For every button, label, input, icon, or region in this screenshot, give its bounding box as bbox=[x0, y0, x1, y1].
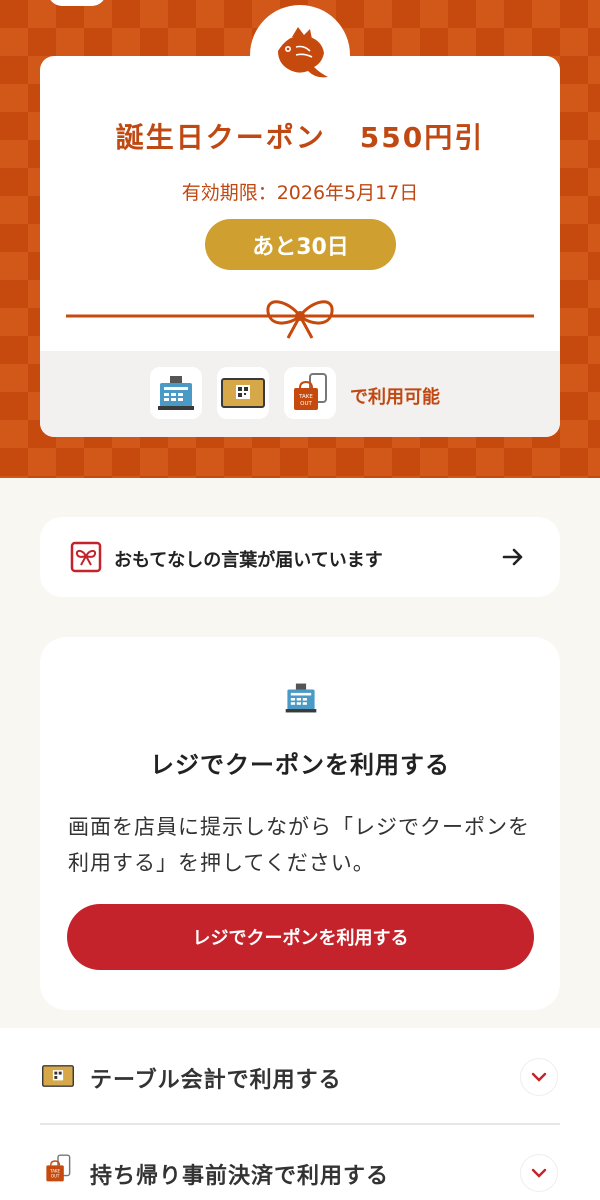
takeout-prepay-option[interactable]: TAKE OUT 持ち帰り事前決済で利用する bbox=[0, 1124, 600, 1200]
takeout-sticker-line-1: TAKE bbox=[49, 1169, 60, 1174]
days-left-badge: あと30日 bbox=[205, 219, 396, 270]
chevron-down-icon[interactable] bbox=[520, 1154, 558, 1192]
coupon-discount: 550円引 bbox=[359, 121, 485, 154]
coupon-expiry: 有効期限：2026年5月17日 bbox=[181, 182, 419, 204]
chevron-down-icon[interactable] bbox=[520, 1058, 558, 1096]
register-description: 画面を店員に提示しながら「レジでクーポンを利用する」を押してください。 bbox=[68, 815, 530, 875]
takeout-sticker-line-1: TAKE bbox=[298, 394, 313, 400]
usage-channels: TAKE OUT で利用可能 bbox=[40, 351, 560, 437]
coupon-name: 誕生日クーポン bbox=[115, 121, 326, 154]
qr-table-icon bbox=[42, 1065, 74, 1087]
message-text: おもてなしの言葉が届いています bbox=[114, 550, 383, 571]
table-checkout-option[interactable]: テーブル会計で利用する bbox=[0, 1028, 600, 1125]
cash-register-icon bbox=[285, 683, 317, 713]
logo-badge bbox=[250, 5, 350, 105]
takeout-sticker-line-2: OUT bbox=[300, 401, 312, 407]
takeout-bag-icon: TAKE OUT bbox=[46, 1154, 71, 1182]
coupon-hero: 誕生日クーポン 550円引 有効期限：2026年5月17日 あと30日 TAKE… bbox=[0, 0, 600, 478]
other-usage-options: テーブル会計で利用する TAKE OUT 持ち帰り事前決済で利用する bbox=[0, 1028, 600, 1200]
takeout-sticker-line-2: OUT bbox=[51, 1174, 60, 1179]
hospitality-message-link[interactable]: おもてなしの言葉が届いています bbox=[40, 517, 560, 597]
gift-card-icon bbox=[70, 541, 102, 573]
takeout-prepay-label: 持ち帰り事前決済で利用する bbox=[90, 1164, 390, 1189]
coupon-card: 誕生日クーポン 550円引 有効期限：2026年5月17日 あと30日 TAKE… bbox=[40, 56, 560, 437]
coupon-title: 誕生日クーポン 550円引 bbox=[40, 116, 560, 156]
arrow-right-icon bbox=[502, 548, 523, 566]
usage-label: で利用可能 bbox=[350, 387, 440, 408]
qr-table-icon bbox=[217, 367, 269, 419]
top-tab-pill[interactable] bbox=[48, 0, 106, 6]
cash-register-icon bbox=[150, 367, 202, 419]
use-coupon-at-register-button[interactable]: レジでクーポンを利用する bbox=[67, 904, 534, 970]
register-coupon-card: レジでクーポンを利用する 画面を店員に提示しながら「レジでクーポンを利用する」を… bbox=[40, 637, 560, 1010]
sea-bream-fish-icon bbox=[278, 27, 328, 78]
takeout-bag-icon: TAKE OUT bbox=[284, 367, 336, 419]
table-checkout-label: テーブル会計で利用する bbox=[90, 1068, 342, 1093]
register-title: レジでクーポンを利用する bbox=[150, 751, 450, 779]
ribbon-bow-icon bbox=[66, 300, 534, 339]
